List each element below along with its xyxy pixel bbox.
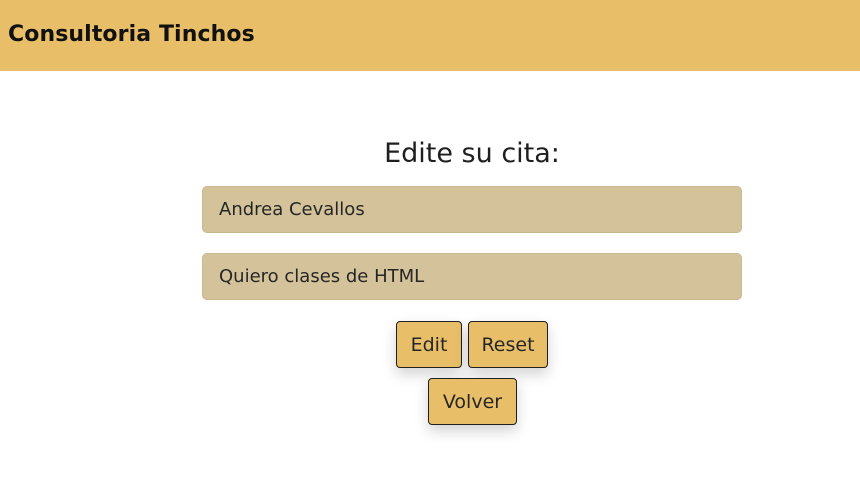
navbar: Consultoria Tinchos xyxy=(0,0,860,71)
brand-title[interactable]: Consultoria Tinchos xyxy=(8,22,255,47)
name-field[interactable] xyxy=(202,186,742,233)
reset-button[interactable]: Reset xyxy=(468,321,548,368)
back-button[interactable]: Volver xyxy=(428,378,517,425)
reason-field[interactable] xyxy=(202,253,742,300)
edit-button[interactable]: Edit xyxy=(396,321,462,368)
form-heading: Edite su cita: xyxy=(384,138,560,169)
